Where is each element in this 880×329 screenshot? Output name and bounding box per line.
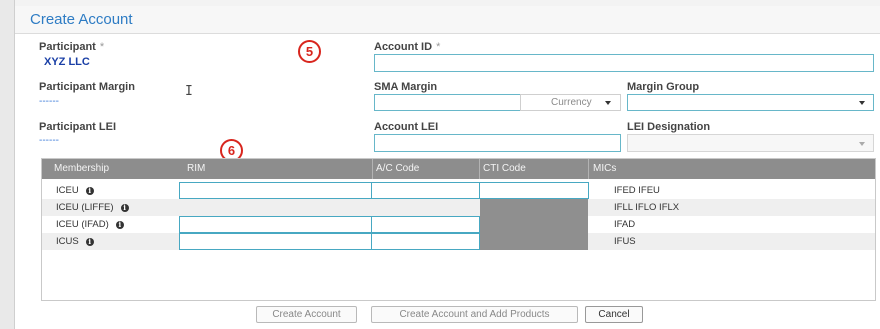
participant-margin-value: ------ — [39, 96, 59, 107]
info-icon[interactable]: i — [115, 221, 124, 229]
cti-code-disabled — [480, 233, 588, 250]
column-divider — [588, 159, 589, 179]
participant-label-text: Participant — [39, 41, 96, 53]
info-icon[interactable]: i — [85, 238, 94, 246]
currency-select-placeholder: Currency — [551, 97, 592, 108]
membership-name: ICUS i — [56, 236, 94, 247]
mics-value: IFAD — [614, 219, 636, 230]
column-header-cti-code[interactable]: CTI Code — [483, 163, 526, 174]
participant-required-mark: * — [99, 41, 105, 53]
membership-name-text: ICEU — [56, 185, 79, 196]
membership-name: ICEU (LIFFE) i — [56, 202, 129, 213]
rim-input[interactable] — [179, 182, 372, 199]
membership-name: ICEU (IFAD) i — [56, 219, 124, 230]
info-icon[interactable]: i — [120, 204, 129, 212]
table-row-icus: ICUS i IFUS — [42, 233, 875, 250]
account-id-required-mark: * — [436, 41, 441, 53]
column-header-mics[interactable]: MICs — [593, 163, 616, 174]
account-id-label: Account ID * — [374, 41, 440, 53]
mics-value: IFLL IFLO IFLX — [614, 202, 680, 213]
ac-code-input[interactable] — [371, 182, 480, 199]
background-left-panel — [0, 0, 15, 329]
table-row-iceu-liffe: ICEU (LIFFE) i IFLL IFLO IFLX — [42, 199, 875, 216]
mics-value: IFED IFEU — [614, 185, 660, 196]
margin-group-select[interactable] — [627, 94, 874, 111]
column-header-membership[interactable]: Membership — [54, 163, 109, 174]
cti-code-disabled — [480, 216, 588, 233]
column-divider — [479, 159, 480, 179]
text-cursor-icon: I — [185, 84, 193, 99]
column-header-rim[interactable]: RIM — [187, 163, 205, 174]
membership-table: Membership RIM A/C Code CTI Code MICs IC… — [41, 158, 876, 301]
participant-lei-value: ------ — [39, 135, 59, 146]
lei-designation-select[interactable] — [627, 134, 874, 152]
participant-margin-label: Participant Margin — [39, 81, 135, 93]
margin-group-label: Margin Group — [627, 81, 700, 93]
mics-value: IFUS — [614, 236, 636, 247]
chevron-down-icon — [859, 142, 865, 146]
account-lei-input[interactable] — [374, 134, 621, 152]
info-icon[interactable]: i — [85, 187, 94, 195]
cti-code-input[interactable] — [479, 182, 589, 199]
chevron-down-icon — [605, 101, 611, 105]
currency-select[interactable]: Currency — [520, 94, 621, 111]
sma-margin-label: SMA Margin — [374, 81, 438, 93]
annotation-marker-5: 5 — [298, 40, 321, 63]
lei-designation-label: LEI Designation — [627, 121, 711, 133]
sma-margin-input[interactable] — [374, 94, 521, 111]
column-header-ac-code[interactable]: A/C Code — [376, 163, 419, 174]
column-divider — [372, 159, 373, 179]
account-lei-label: Account LEI — [374, 121, 439, 133]
cancel-button[interactable]: Cancel — [585, 306, 643, 323]
account-id-label-text: Account ID — [374, 41, 433, 53]
membership-name-text: ICEU (LIFFE) — [56, 202, 114, 213]
create-account-and-add-products-button[interactable]: Create Account and Add Products — [371, 306, 578, 323]
participant-label: Participant * — [39, 41, 104, 53]
create-account-button[interactable]: Create Account — [256, 306, 357, 323]
dialog-header: Create Account — [15, 6, 880, 34]
ac-code-input[interactable] — [371, 216, 480, 233]
membership-name: ICEU i — [56, 185, 94, 196]
participant-value[interactable]: XYZ LLC — [44, 56, 90, 68]
cti-code-disabled — [480, 199, 588, 216]
rim-input[interactable] — [179, 233, 372, 250]
membership-name-text: ICUS — [56, 236, 79, 247]
membership-table-header: Membership RIM A/C Code CTI Code MICs — [42, 159, 875, 179]
chevron-down-icon — [859, 101, 865, 105]
table-row-iceu-ifad: ICEU (IFAD) i IFAD — [42, 216, 875, 233]
participant-lei-label: Participant LEI — [39, 121, 117, 133]
ac-code-input[interactable] — [371, 233, 480, 250]
dialog-title: Create Account — [30, 11, 133, 28]
rim-input[interactable] — [179, 216, 372, 233]
membership-name-text: ICEU (IFAD) — [56, 219, 109, 230]
account-id-input[interactable] — [374, 54, 874, 72]
table-row-iceu: ICEU i IFED IFEU — [42, 182, 875, 199]
create-account-dialog: Create Account Participant * XYZ LLC Acco… — [15, 6, 880, 329]
